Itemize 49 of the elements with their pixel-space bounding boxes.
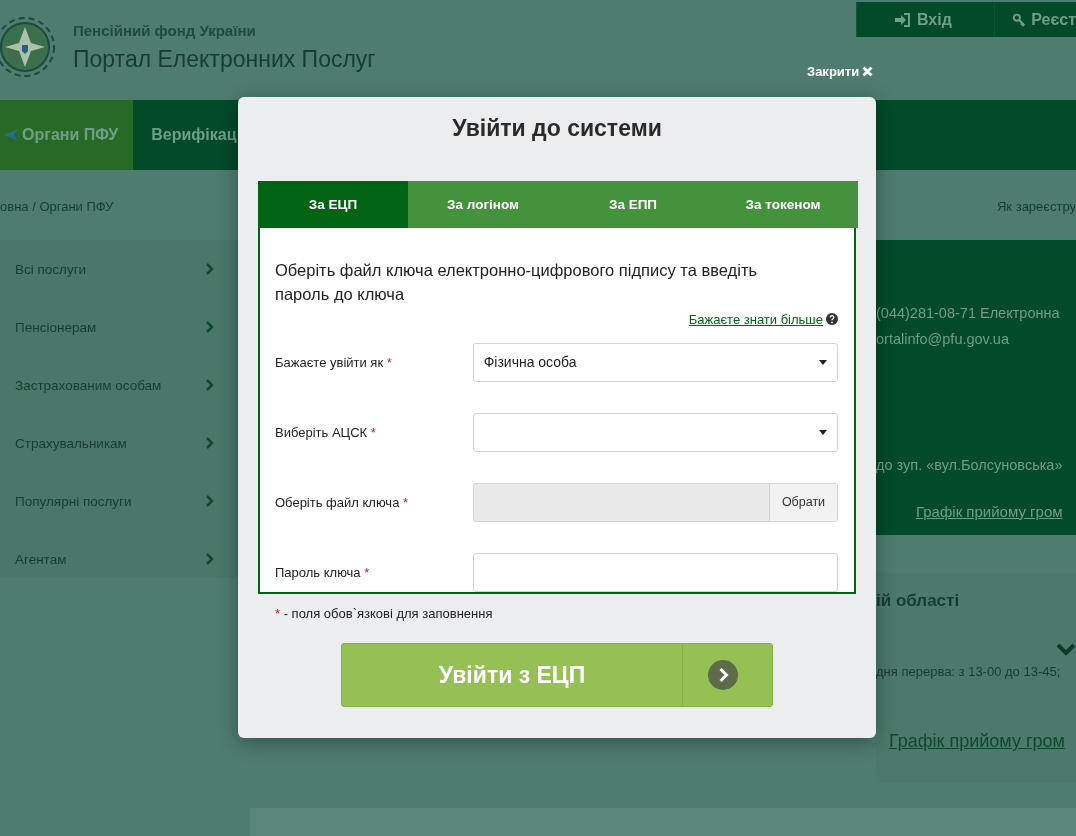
arrow-right-icon	[708, 660, 738, 690]
register-button[interactable]: Реєст	[994, 2, 1076, 37]
region-title: ій області	[876, 591, 961, 611]
login-button[interactable]: Вхід	[856, 2, 994, 37]
dialog-title: Увійти до системи	[451, 115, 663, 143]
help-icon[interactable]	[826, 313, 838, 325]
field-label: Виберіть АЦСК *	[275, 424, 377, 440]
close-button[interactable]: Закрити	[807, 64, 874, 79]
sidebar-item[interactable]: Пенсіонерам	[0, 298, 250, 356]
nav-tab[interactable]: Органи ПФУ	[0, 100, 134, 170]
contact-text: (044)281-08-71 Електронна	[876, 305, 1061, 323]
help-link[interactable]: Як зареєстру	[997, 198, 1076, 214]
schedule-link[interactable]: Графік прийому гром	[889, 731, 1076, 752]
sidebar-item[interactable]: Всі послуги	[0, 240, 250, 298]
field-label: Бажаєте увійти як *	[275, 354, 393, 370]
sidebar-item[interactable]: Страхувальникам	[0, 414, 250, 472]
sidebar-item[interactable]: Застрахованим особам	[0, 356, 250, 414]
hours-text: дня перерва: з 13-00 до 13-45;	[876, 664, 1062, 679]
learn-more-link[interactable]: Бажаєте знати більше	[688, 311, 823, 327]
chevron-right-icon	[206, 495, 214, 507]
sign-in-icon	[895, 12, 911, 27]
field-label: Пароль ключа *	[275, 564, 371, 580]
chevron-right-icon	[206, 263, 214, 275]
caret-icon	[819, 359, 827, 365]
instruction-text: Оберіть файл ключа електронно-цифрового підпису та введіть пароль до ключа	[275, 260, 759, 305]
contact-text: ortalinfo@pfu.gov.ua	[876, 331, 1010, 349]
required-note: * - поля обов`язкові для заповнення	[275, 606, 494, 621]
dropdown-field[interactable]	[472, 412, 838, 452]
dropdown-field[interactable]: Фізична особа	[472, 342, 838, 382]
login-method-tab[interactable]: За ЕЦП	[258, 181, 408, 228]
field-label: Оберіть файл ключа *	[275, 494, 410, 510]
chevron-down-icon[interactable]	[1056, 643, 1076, 657]
key-icon	[1013, 11, 1026, 28]
file-field[interactable]: Обрати	[472, 482, 838, 522]
sidebar-item[interactable]: Популярні послуги	[0, 472, 250, 530]
contact-text: до зуп. «вул.Болсуновська»	[876, 457, 1064, 475]
submit-button[interactable]: Увійти з ЕЦП	[341, 643, 773, 707]
browse-button[interactable]: Обрати	[769, 483, 837, 521]
close-icon	[862, 66, 874, 77]
sidebar-item[interactable]: Агентам	[0, 530, 250, 588]
breadcrumb: овна / Органи ПФУ	[0, 198, 114, 214]
caret-icon	[819, 429, 827, 435]
portal-title: Портал Електронних Послуг	[73, 46, 376, 73]
chevron-right-icon	[206, 379, 214, 391]
schedule-link[interactable]: Графік прийому гром	[916, 503, 1076, 520]
chevron-right-icon	[206, 553, 214, 565]
chevron-right-icon	[206, 321, 214, 333]
chevron-right-icon	[206, 437, 214, 449]
password-field[interactable]	[472, 552, 838, 592]
